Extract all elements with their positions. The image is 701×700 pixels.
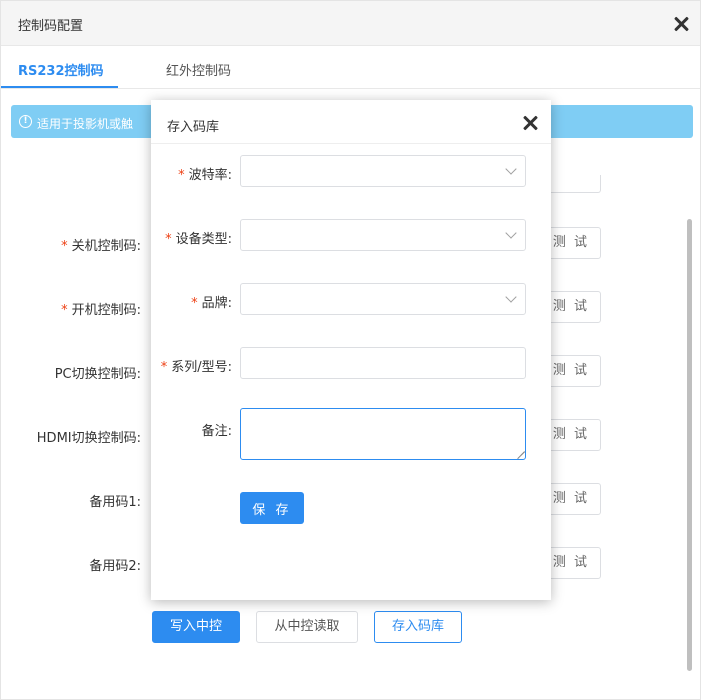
label-power-on: * 开机控制码: <box>61 303 141 318</box>
label-remark: 备注: <box>201 424 232 439</box>
chevron-down-icon <box>505 227 517 239</box>
window-header: 控制码配置 <box>1 1 700 46</box>
device-type-select[interactable] <box>240 219 526 251</box>
window-close-icon[interactable] <box>673 16 689 32</box>
required-mark: * <box>178 168 185 183</box>
info-icon: ! <box>19 115 32 128</box>
label-hdmi-switch: HDMI切换控制码: <box>36 431 141 446</box>
label-device-type: * 设备类型: <box>165 232 232 247</box>
modal-title: 存入码库 <box>167 120 220 135</box>
label-spare-1: 备用码1: <box>89 495 141 510</box>
required-mark: * <box>165 232 172 247</box>
label-power-off: * 关机控制码: <box>61 239 141 254</box>
label-model: * 系列/型号: <box>160 360 232 375</box>
read-controller-button[interactable]: 从中控读取 <box>256 611 358 643</box>
brand-select[interactable] <box>240 283 526 315</box>
modal-close-icon[interactable] <box>522 115 538 131</box>
label-baud-rate: * 波特率: <box>178 168 232 183</box>
scrollbar-thumb[interactable] <box>687 219 692 671</box>
label-spare-2: 备用码2: <box>89 559 141 574</box>
write-controller-button[interactable]: 写入中控 <box>152 611 240 643</box>
required-mark: * <box>61 239 68 254</box>
label-brand: * 品牌: <box>191 296 232 311</box>
store-library-button[interactable]: 存入码库 <box>374 611 462 643</box>
required-mark: * <box>160 360 168 375</box>
window-title: 控制码配置 <box>18 19 84 34</box>
required-mark: * <box>191 296 198 311</box>
save-button[interactable]: 保 存 <box>240 492 304 524</box>
modal-header: 存入码库 <box>151 100 551 144</box>
store-library-modal: 存入码库 * 波特率: * 设备类型: * 品牌: * 系列/型号: 备注: 保 存 <box>151 100 551 600</box>
chevron-down-icon <box>505 163 517 175</box>
baud-rate-select[interactable] <box>240 155 526 187</box>
field-edge-stub <box>549 175 601 193</box>
tab-infrared[interactable]: 红外控制码 <box>166 60 231 79</box>
model-input[interactable] <box>240 347 526 379</box>
tab-rs232[interactable]: RS232控制码 <box>18 60 104 79</box>
remark-textarea[interactable] <box>240 408 526 460</box>
alert-text: 适用于投影机或触 <box>37 117 134 131</box>
resize-grip-icon[interactable] <box>517 444 525 452</box>
chevron-down-icon <box>505 291 517 303</box>
required-mark: * <box>61 303 68 318</box>
label-pc-switch: PC切换控制码: <box>54 367 141 382</box>
tab-bar: RS232控制码 红外控制码 <box>1 46 700 89</box>
active-tab-indicator <box>1 86 118 88</box>
